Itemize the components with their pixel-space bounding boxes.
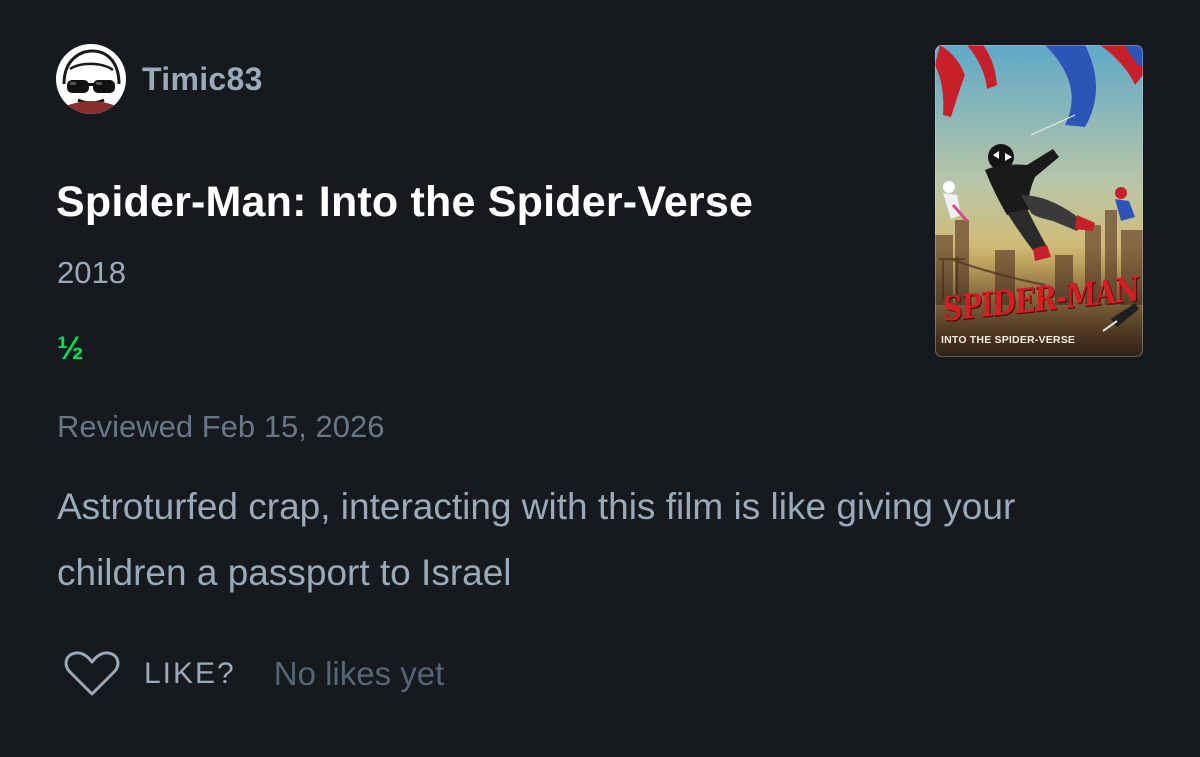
heart-icon[interactable] [64,651,120,697]
poster-subtitle: INTO THE SPIDER-VERSE [941,334,1076,346]
film-poster[interactable]: SPIDER-MAN INTO THE SPIDER-VERSE [935,45,1143,357]
sunglasses-face-icon [56,44,126,114]
username[interactable]: Timic83 [142,61,263,98]
film-title[interactable]: Spider-Man: Into the Spider-Verse [56,176,753,228]
review-text: Astroturfed crap, interacting with this … [57,486,1016,593]
like-bar: LIKE? No likes yet [64,648,444,700]
like-label[interactable]: LIKE? [144,657,236,691]
review-date: Reviewed Feb 15, 2026 [57,409,385,444]
like-count: No likes yet [273,655,445,692]
review-author[interactable]: Timic83 [56,44,263,114]
like-button[interactable]: LIKE? [64,651,236,697]
film-year[interactable]: 2018 [57,253,126,293]
star-rating: ½ [57,330,84,366]
review-card: Timic83 Spider-Man: Into the Spider-Vers… [0,0,1200,757]
avatar[interactable] [56,44,126,114]
